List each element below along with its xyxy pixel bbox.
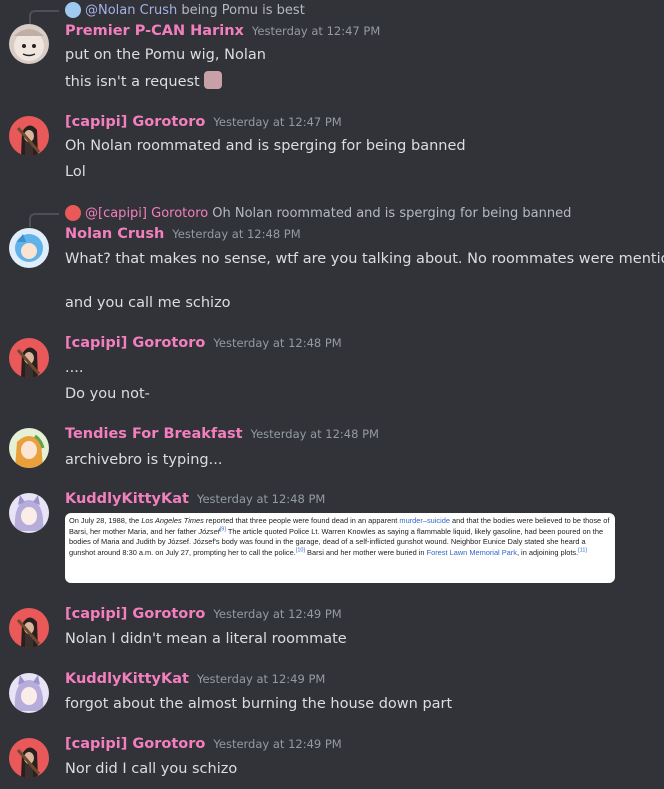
avatar[interactable] <box>9 24 49 64</box>
message-header: Nolan Crush Yesterday at 12:48 PM <box>65 226 301 248</box>
custom-emoji-icon[interactable] <box>203 71 222 89</box>
citation[interactable]: [10] <box>296 547 305 554</box>
reply-author[interactable]: @[capipi] Gorotoro <box>85 206 208 221</box>
message-header: KuddlyKittyKat Yesterday at 12:49 PM <box>65 671 325 693</box>
message-text: forgot about the almost burning the hous… <box>65 696 453 712</box>
username[interactable]: [capipi] Gorotoro <box>65 335 205 351</box>
embed-text: Barsi and her mother were buried in <box>304 547 427 557</box>
reply-avatar <box>65 205 81 221</box>
embed-text: , in adjoining plots. <box>516 547 579 557</box>
message-header: [capipi] Gorotoro Yesterday at 12:48 PM <box>65 335 342 357</box>
reply-preview[interactable]: @Nolan Crush being Pomu is best <box>29 0 305 24</box>
embed-text-italic: Los Angeles Times <box>141 516 204 525</box>
message-text: archivebro is typing... <box>65 452 223 468</box>
reply-preview[interactable]: @[capipi] Gorotoro Oh Nolan roommated an… <box>29 203 572 227</box>
avatar[interactable] <box>9 116 49 156</box>
timestamp[interactable]: Yesterday at 12:49 PM <box>197 672 325 686</box>
citation[interactable]: [11] <box>578 547 587 554</box>
message-header: Premier P-CAN Harinx Yesterday at 12:47 … <box>65 23 380 45</box>
timestamp[interactable]: Yesterday at 12:48 PM <box>213 336 341 350</box>
message-header: KuddlyKittyKat Yesterday at 12:48 PM <box>65 491 325 513</box>
message-text: Do you not- <box>65 386 150 402</box>
message-text: and you call me schizo <box>65 295 231 311</box>
username[interactable]: KuddlyKittyKat <box>65 491 189 507</box>
message-text: Lol <box>65 164 86 180</box>
message-text: Oh Nolan roommated and is sperging for b… <box>65 138 466 154</box>
message-line: this isn't a request <box>65 71 222 92</box>
timestamp[interactable]: Yesterday at 12:48 PM <box>172 227 300 241</box>
message-header: [capipi] Gorotoro Yesterday at 12:49 PM <box>65 736 342 758</box>
username[interactable]: Premier P-CAN Harinx <box>65 23 244 39</box>
avatar[interactable] <box>9 338 49 378</box>
timestamp[interactable]: Yesterday at 12:49 PM <box>213 737 341 751</box>
avatar[interactable] <box>9 608 49 648</box>
username[interactable]: [capipi] Gorotoro <box>65 736 205 752</box>
message-header: Tendies For Breakfast Yesterday at 12:48… <box>65 426 379 448</box>
username[interactable]: Tendies For Breakfast <box>65 426 243 442</box>
reply-text: being Pomu is best <box>181 2 305 18</box>
username[interactable]: [capipi] Gorotoro <box>65 606 205 622</box>
message-text: this isn't a request <box>65 74 200 90</box>
username[interactable]: Nolan Crush <box>65 226 164 242</box>
embed-text-italic: József <box>198 526 220 536</box>
message-text: Nor did I call you schizo <box>65 761 238 777</box>
reply-avatar <box>65 2 81 18</box>
embed-text: On July 28, 1988, the <box>69 516 142 525</box>
image-attachment[interactable]: On July 28, 1988, the Los Angeles Times … <box>65 513 615 583</box>
message-header: [capipi] Gorotoro Yesterday at 12:47 PM <box>65 114 342 136</box>
message-text: What? that makes no sense, wtf are you t… <box>65 251 664 267</box>
reply-text: Oh Nolan roommated and is sperging for b… <box>212 205 572 221</box>
timestamp[interactable]: Yesterday at 12:47 PM <box>213 115 341 129</box>
timestamp[interactable]: Yesterday at 12:48 PM <box>197 492 325 506</box>
reply-spine <box>29 213 59 227</box>
username[interactable]: [capipi] Gorotoro <box>65 114 205 130</box>
avatar[interactable] <box>9 228 49 268</box>
timestamp[interactable]: Yesterday at 12:49 PM <box>213 607 341 621</box>
message-text: Nolan I didn't mean a literal roommate <box>65 631 347 647</box>
message-text: put on the Pomu wig, Nolan <box>65 47 266 63</box>
message-header: [capipi] Gorotoro Yesterday at 12:49 PM <box>65 606 342 628</box>
avatar[interactable] <box>9 428 49 468</box>
avatar[interactable] <box>9 673 49 713</box>
timestamp[interactable]: Yesterday at 12:47 PM <box>252 24 380 38</box>
avatar[interactable] <box>9 493 49 533</box>
message-text: .... <box>65 360 84 376</box>
reply-spine <box>29 10 59 24</box>
embed-link[interactable]: Forest Lawn Memorial Park <box>427 548 517 557</box>
username[interactable]: KuddlyKittyKat <box>65 671 189 687</box>
reply-author[interactable]: @Nolan Crush <box>85 3 177 18</box>
timestamp[interactable]: Yesterday at 12:48 PM <box>251 427 379 441</box>
avatar[interactable] <box>9 738 49 778</box>
embed-link[interactable]: murder–suicide <box>399 516 450 525</box>
embed-text: reported that three people were found de… <box>203 516 400 525</box>
